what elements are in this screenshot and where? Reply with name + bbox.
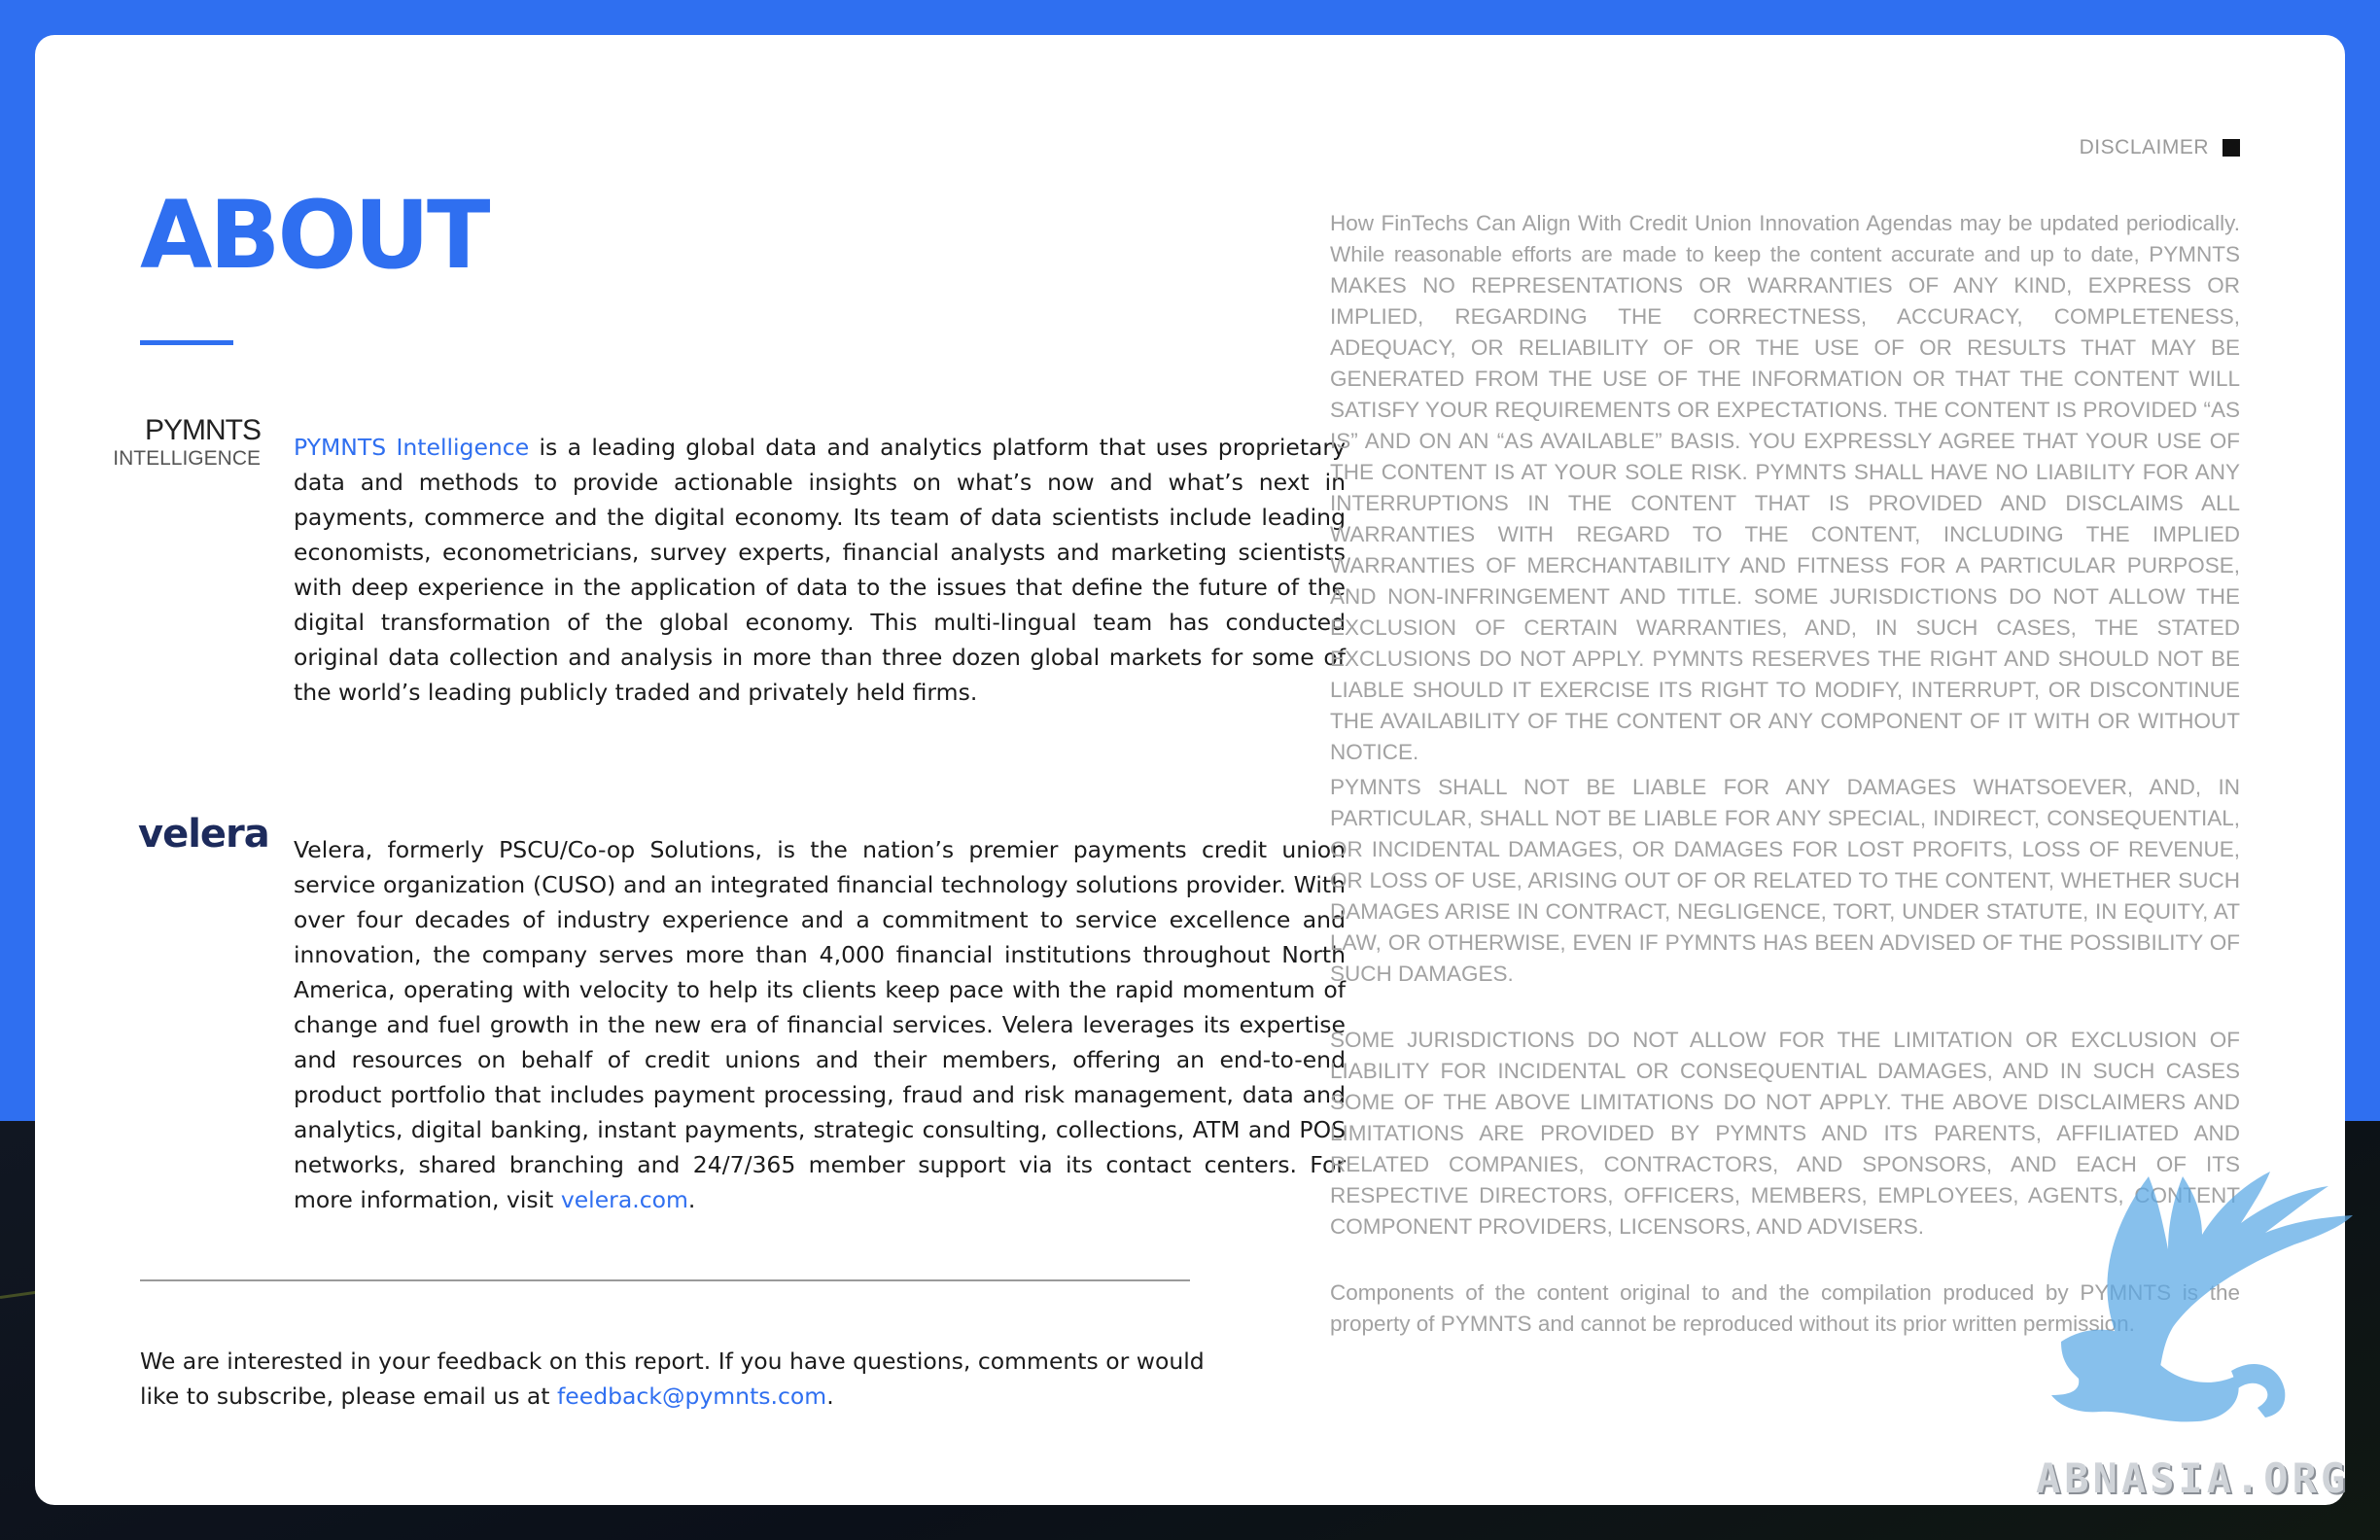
feedback-tail: . [826, 1382, 834, 1410]
disclaimer-paragraph-2: PYMNTS SHALL NOT BE LIABLE FOR ANY DAMAG… [1330, 775, 2240, 986]
disclaimer-label: DISCLAIMER [2080, 136, 2240, 159]
velera-logo: velera [138, 812, 270, 857]
pymnts-intelligence-logo: PYMNTS INTELLIGENCE [93, 414, 262, 471]
pymnts-logo-line1: PYMNTS [144, 414, 262, 446]
feedback-paragraph: We are interested in your feedback on th… [140, 1344, 1209, 1414]
pymnts-about-text: is a leading global data and analytics p… [294, 434, 1346, 706]
velera-link[interactable]: velera.com [561, 1186, 688, 1213]
page-title: ABOUT [140, 181, 491, 290]
velera-about-text: Velera, formerly PSCU/Co-op Solutions, i… [294, 836, 1346, 1213]
title-underline [140, 340, 233, 345]
page-card: ABOUT PYMNTS INTELLIGENCE PYMNTS Intelli… [35, 35, 2345, 1505]
watermark-text: ABNASIA.ORG [2036, 1454, 2350, 1502]
square-icon [2222, 139, 2240, 157]
section-divider [140, 1279, 1190, 1281]
disclaimer-label-text: DISCLAIMER [2079, 136, 2209, 158]
pymnts-logo-line2: INTELLIGENCE [113, 447, 261, 470]
velera-about-tail: . [687, 1186, 696, 1213]
feedback-email-link[interactable]: feedback@pymnts.com [557, 1382, 826, 1410]
pymnts-intelligence-link[interactable]: PYMNTS Intelligence [294, 434, 529, 461]
griffin-watermark-icon [2051, 1172, 2353, 1422]
velera-about-paragraph: Velera, formerly PSCU/Co-op Solutions, i… [294, 832, 1346, 1217]
disclaimer-paragraph-1: How FinTechs Can Align With Credit Union… [1330, 211, 2240, 764]
pymnts-about-paragraph: PYMNTS Intelligence is a leading global … [294, 430, 1346, 710]
